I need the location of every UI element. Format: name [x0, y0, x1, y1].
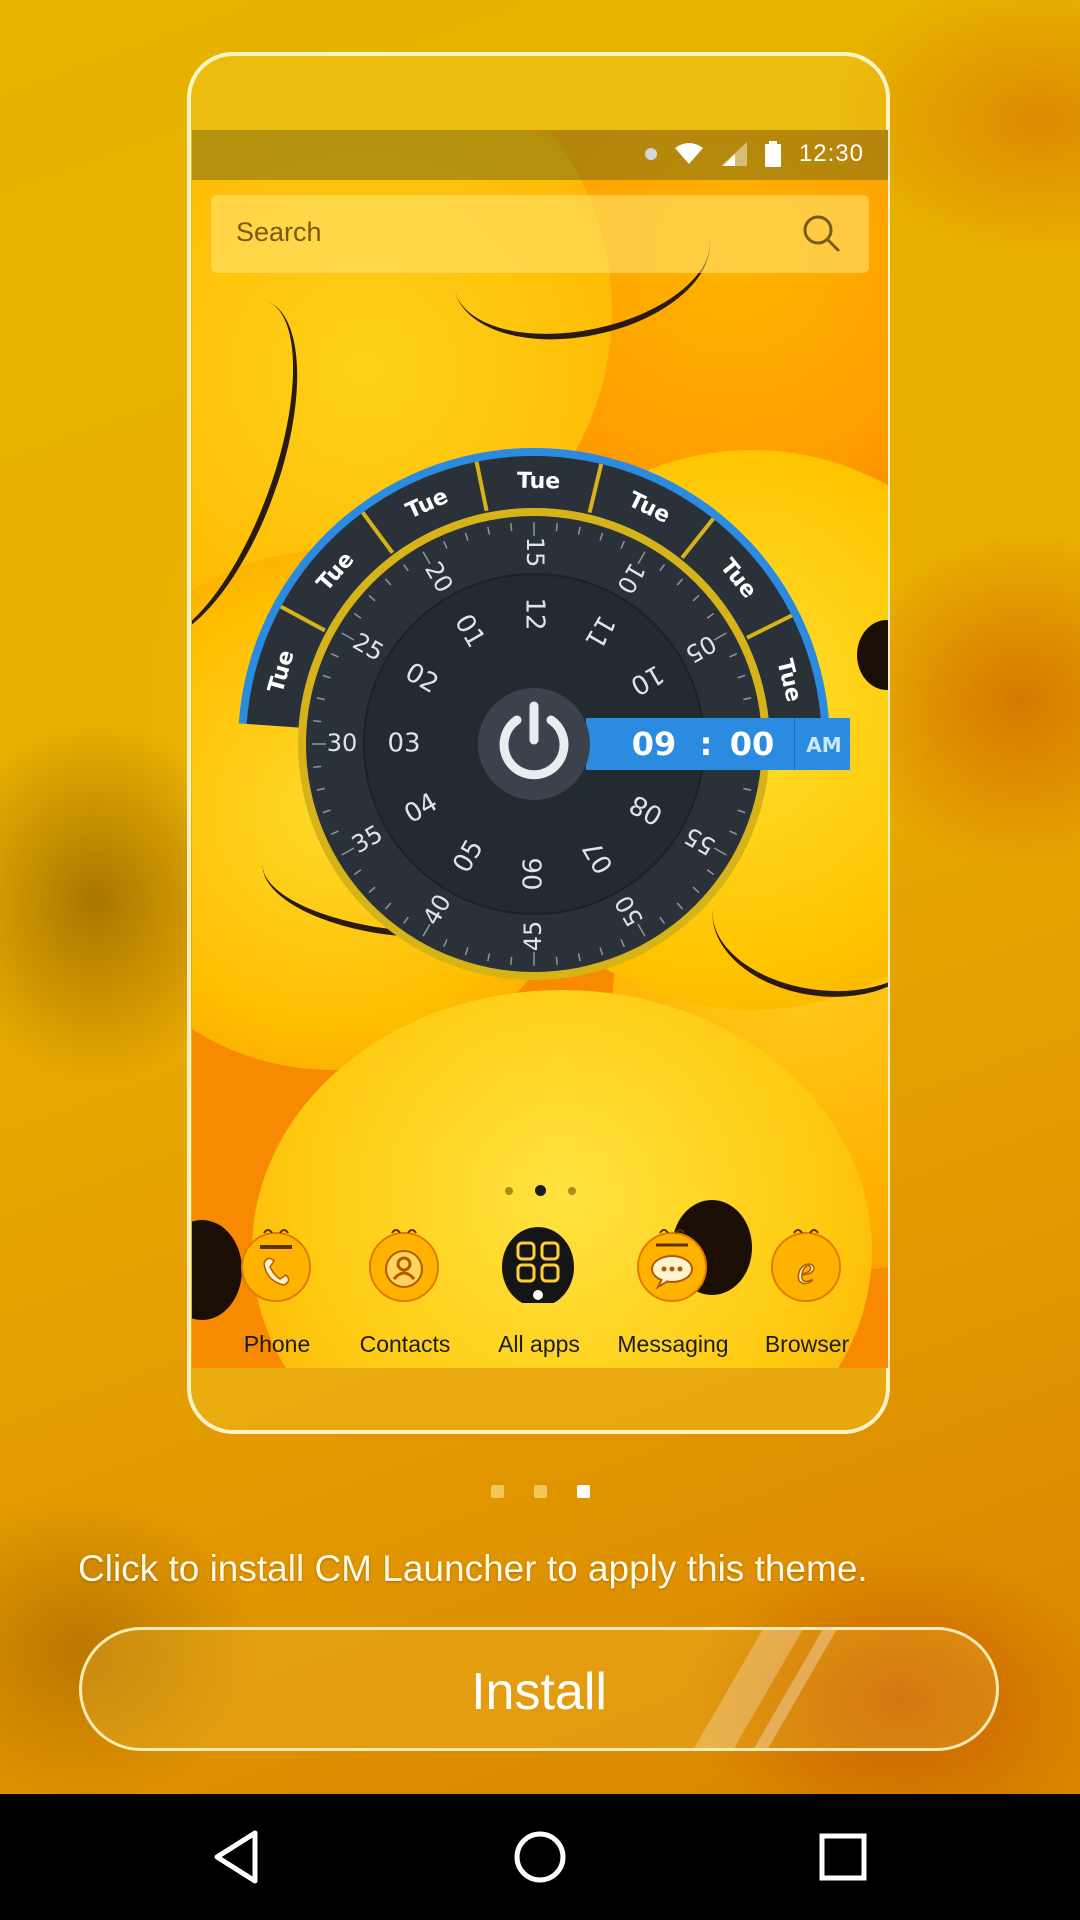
am-pm-label: AM: [806, 733, 841, 757]
minute-label: 15: [521, 537, 549, 568]
dial-tick: [510, 956, 513, 965]
recents-icon[interactable]: [813, 1827, 873, 1887]
navigation-bar: [0, 1794, 1080, 1920]
preview-page-dot: [533, 1485, 547, 1498]
phone-smiley-icon: [241, 1229, 311, 1302]
dock-item-phone[interactable]: Phone: [212, 1215, 342, 1365]
dial-tick: [555, 523, 558, 532]
home-page-dot: [567, 1186, 576, 1195]
dial-tick: [313, 765, 322, 768]
notification-dot-icon: [644, 148, 657, 160]
install-button[interactable]: Install: [79, 1627, 999, 1751]
dock-label-contacts: Contacts: [359, 1331, 451, 1357]
day-label: Tue: [517, 469, 561, 495]
dock-label-browser: Browser: [764, 1331, 850, 1357]
preview-page-indicator: [0, 1485, 1080, 1503]
minute-label: 30: [327, 729, 358, 757]
search-placeholder: Search: [236, 217, 322, 247]
dock-label-phone: Phone: [243, 1331, 311, 1357]
home-icon[interactable]: [510, 1827, 570, 1887]
preview-page-dot: [490, 1485, 504, 1498]
theme-preview-screen: 12:30 Search Tue Tue Tue Tue Tue Tue Tue 15 10 05…: [192, 130, 888, 1368]
hour-label: 06: [519, 857, 549, 890]
hour-label: 12: [520, 597, 550, 630]
dock-item-contacts[interactable]: Contacts: [340, 1215, 470, 1365]
wifi-icon: [674, 143, 703, 164]
time-digit: 09: [632, 725, 677, 763]
time-band-divider: [794, 718, 795, 770]
dock-item-all-apps[interactable]: All apps: [474, 1215, 604, 1365]
contacts-smiley-icon: [369, 1229, 439, 1302]
home-page-dot: [504, 1186, 513, 1195]
svg-text:e: e: [797, 1247, 815, 1292]
signal-icon: [720, 142, 747, 166]
time-digit: 00: [730, 725, 775, 763]
time-digit: :: [700, 725, 713, 763]
browser-smiley-icon: e: [771, 1229, 841, 1302]
all-apps-icon: [502, 1227, 574, 1303]
dock-label-all-apps: All apps: [498, 1331, 580, 1357]
back-icon[interactable]: [207, 1827, 267, 1887]
dock-label-messaging: Messaging: [617, 1331, 729, 1357]
dial-tick: [313, 720, 322, 723]
dock-item-messaging[interactable]: Messaging: [608, 1215, 738, 1365]
status-bar: 12:30: [192, 130, 888, 180]
preview-page-dot: [576, 1485, 590, 1498]
home-page-dot: [534, 1185, 546, 1197]
messaging-smiley-icon: [637, 1229, 707, 1302]
hour-label: 03: [387, 729, 420, 759]
dock-item-browser[interactable]: e Browser: [742, 1215, 872, 1365]
dial-tick: [510, 523, 513, 532]
install-button-label: Install: [471, 1663, 607, 1721]
minute-label: 45: [519, 921, 547, 952]
home-page-indicator: [192, 1182, 888, 1200]
clock-widget[interactable]: TueTueTueTueTueTueTue1510055550454035302…: [236, 448, 856, 1008]
dock: Phone Contacts All apps Messaging e Brow…: [192, 1215, 888, 1365]
dial-tick: [555, 956, 558, 965]
battery-icon: [764, 141, 781, 167]
search-bar[interactable]: Search: [211, 195, 869, 273]
search-icon[interactable]: [801, 213, 841, 253]
status-time: 12:30: [798, 140, 864, 167]
install-message: Click to install CM Launcher to apply th…: [78, 1548, 868, 1589]
